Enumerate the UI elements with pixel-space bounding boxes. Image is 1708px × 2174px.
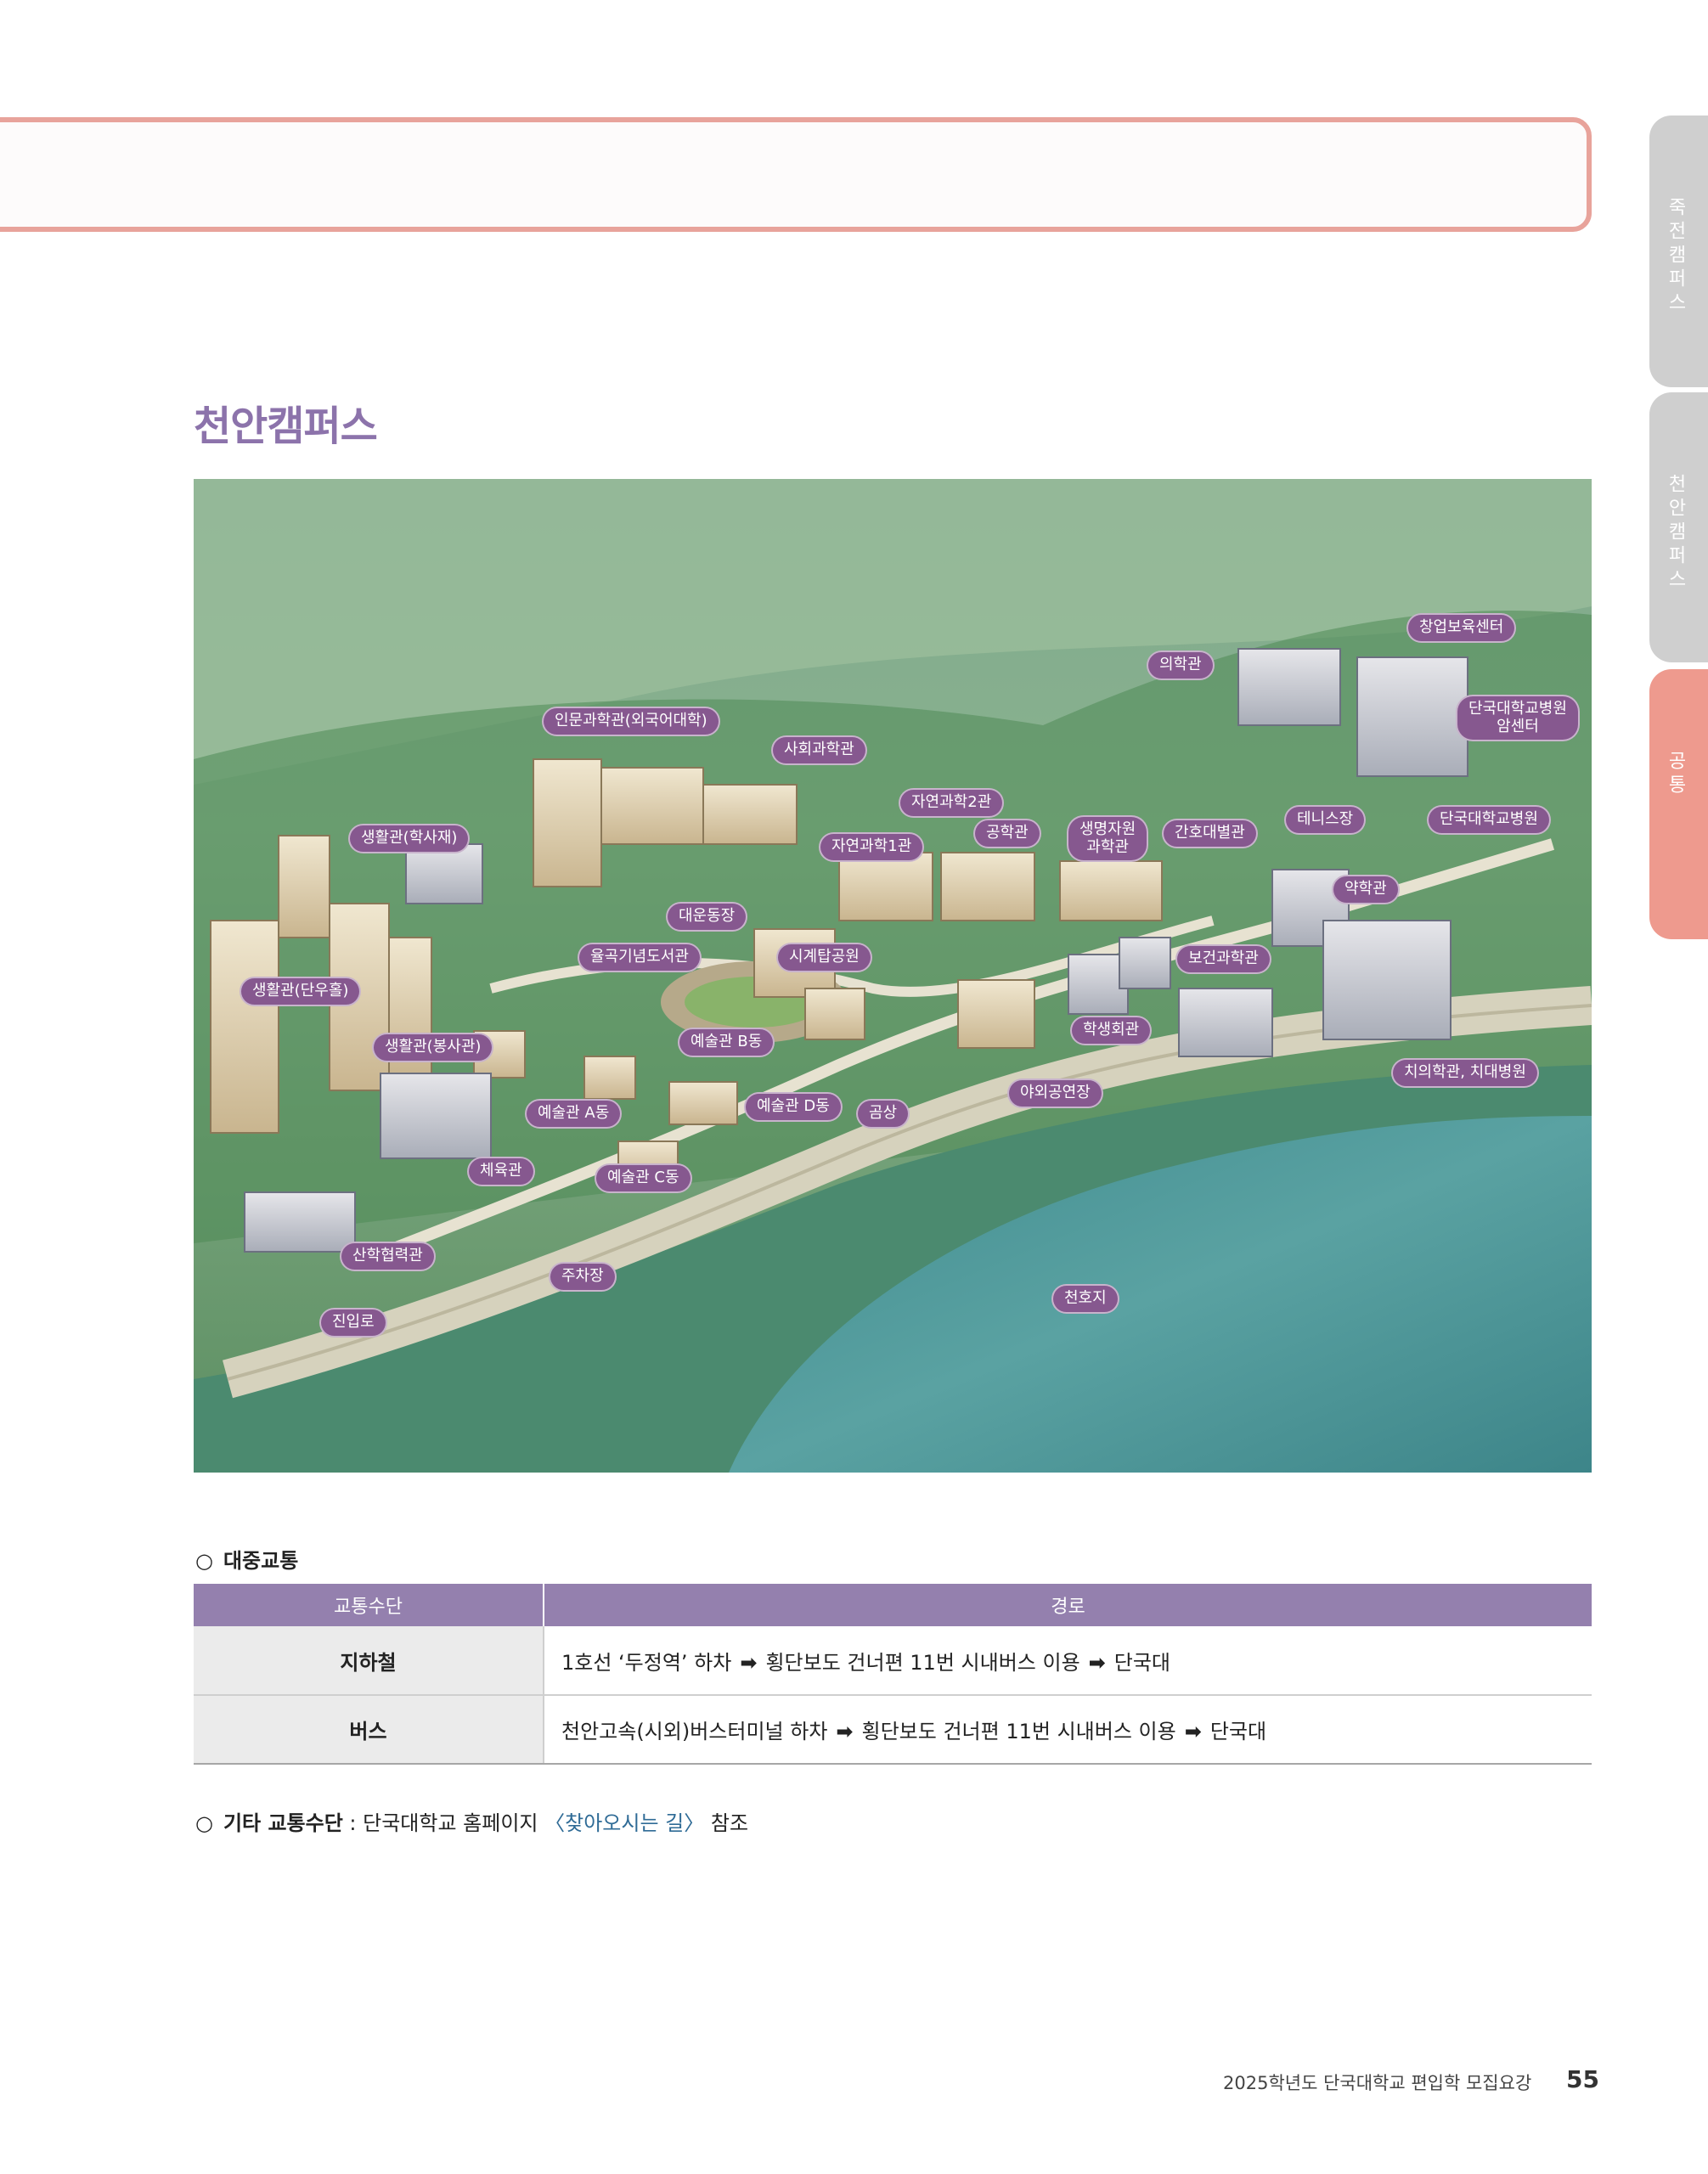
map-label: 보건과학관	[1175, 944, 1271, 974]
transit-route: 천안고속(시외)버스터미널 하차 ➡ 횡단보도 건너편 11번 시내버스 이용 ➡ 단국…	[543, 1695, 1592, 1765]
map-label: 시계탑공원	[776, 943, 872, 972]
arrow-right-icon: ➡	[1184, 1720, 1202, 1743]
transit-mode: 지하철	[194, 1626, 544, 1696]
map-label: 창업보육센터	[1406, 613, 1517, 643]
column-header: 경로	[543, 1584, 1592, 1626]
map-label: 주차장	[549, 1262, 617, 1292]
tab-label: 천안캠퍼스	[1665, 474, 1686, 593]
transit-table: 교통수단 경로 지하철 1호선 ‘두정역’ 하차 ➡ 횡단보도 건너편 11번 시내…	[194, 1584, 1592, 1765]
table-row: 버스 천안고속(시외)버스터미널 하차 ➡ 횡단보도 건너편 11번 시내버스 이용…	[194, 1695, 1592, 1765]
tab-common[interactable]: 공통	[1649, 669, 1708, 939]
map-label: 예술관 A동	[525, 1099, 623, 1129]
map-label: 생활관(단우홀)	[240, 977, 362, 1006]
bullet-circle-icon: ○	[195, 1549, 213, 1573]
tab-jukjeon-campus[interactable]: 죽전캠퍼스	[1649, 115, 1708, 387]
map-label: 예술관 C동	[595, 1163, 692, 1193]
table-header-row: 교통수단 경로	[194, 1584, 1592, 1626]
map-label: 사회과학관	[771, 735, 867, 765]
arrow-right-icon: ➡	[836, 1720, 854, 1743]
map-label: 학생회관	[1070, 1016, 1153, 1045]
map-label: 야외공연장	[1007, 1079, 1103, 1108]
page-number: 55	[1566, 2065, 1599, 2093]
map-label: 생활관(학사재)	[348, 824, 471, 853]
column-header: 교통수단	[194, 1584, 544, 1626]
campus-map-illustration	[194, 479, 1592, 1473]
map-label: 자연과학1관	[819, 832, 925, 862]
arrow-right-icon: ➡	[740, 1650, 758, 1675]
transit-route: 1호선 ‘두정역’ 하차 ➡ 횡단보도 건너편 11번 시내버스 이용 ➡ 단국대	[543, 1626, 1592, 1696]
map-label: 자연과학2관	[899, 788, 1005, 818]
map-label: 생활관(봉사관)	[372, 1033, 494, 1062]
map-label: 생명자원 과학관	[1067, 815, 1149, 863]
page-title: 천안캠퍼스	[194, 403, 378, 450]
map-label: 산학협력관	[340, 1242, 436, 1271]
directions-link[interactable]: 〈찾아오시는 길〉	[544, 1811, 704, 1835]
campus-map: 창업보육센터 의학관 단국대학교병원 암센터 인문과학관(외국어대학) 사회과학…	[194, 479, 1592, 1473]
map-label: 진입로	[319, 1308, 387, 1338]
map-label: 의학관	[1147, 651, 1215, 680]
map-label: 치의학관, 치대병원	[1391, 1058, 1539, 1088]
map-label: 천호지	[1051, 1284, 1119, 1314]
tab-cheonan-campus[interactable]: 천안캠퍼스	[1649, 392, 1708, 662]
transit-heading: ○ 대중교통	[195, 1549, 299, 1573]
map-label: 율곡기념도서관	[578, 943, 702, 972]
map-label: 공학관	[973, 819, 1041, 848]
other-transport-note: ○ 기타 교통수단 : 단국대학교 홈페이지 〈찾아오시는 길〉 참조	[195, 1811, 749, 1835]
map-label: 단국대학교병원	[1427, 805, 1551, 835]
map-label: 약학관	[1332, 875, 1400, 904]
map-label: 간호대별관	[1162, 819, 1258, 848]
footer-title: 2025학년도 단국대학교 편입학 모집요강	[1223, 2073, 1532, 2093]
map-label: 체육관	[467, 1157, 535, 1186]
transit-mode: 버스	[194, 1695, 544, 1765]
map-label: 예술관 D동	[744, 1092, 843, 1122]
map-label: 곰상	[856, 1099, 910, 1129]
header-banner	[0, 117, 1592, 232]
map-label: 테니스장	[1284, 805, 1367, 835]
tab-label: 공통	[1665, 751, 1686, 798]
arrow-right-icon: ➡	[1088, 1650, 1106, 1675]
map-label: 대운동장	[666, 902, 748, 932]
map-label: 예술관 B동	[678, 1028, 775, 1057]
map-label: 단국대학교병원 암센터	[1456, 695, 1580, 742]
tab-label: 죽전캠퍼스	[1665, 197, 1686, 316]
bullet-circle-icon: ○	[195, 1811, 213, 1835]
table-row: 지하철 1호선 ‘두정역’ 하차 ➡ 횡단보도 건너편 11번 시내버스 이용 ➡ 단국…	[194, 1626, 1592, 1696]
map-label: 인문과학관(외국어대학)	[542, 707, 720, 736]
